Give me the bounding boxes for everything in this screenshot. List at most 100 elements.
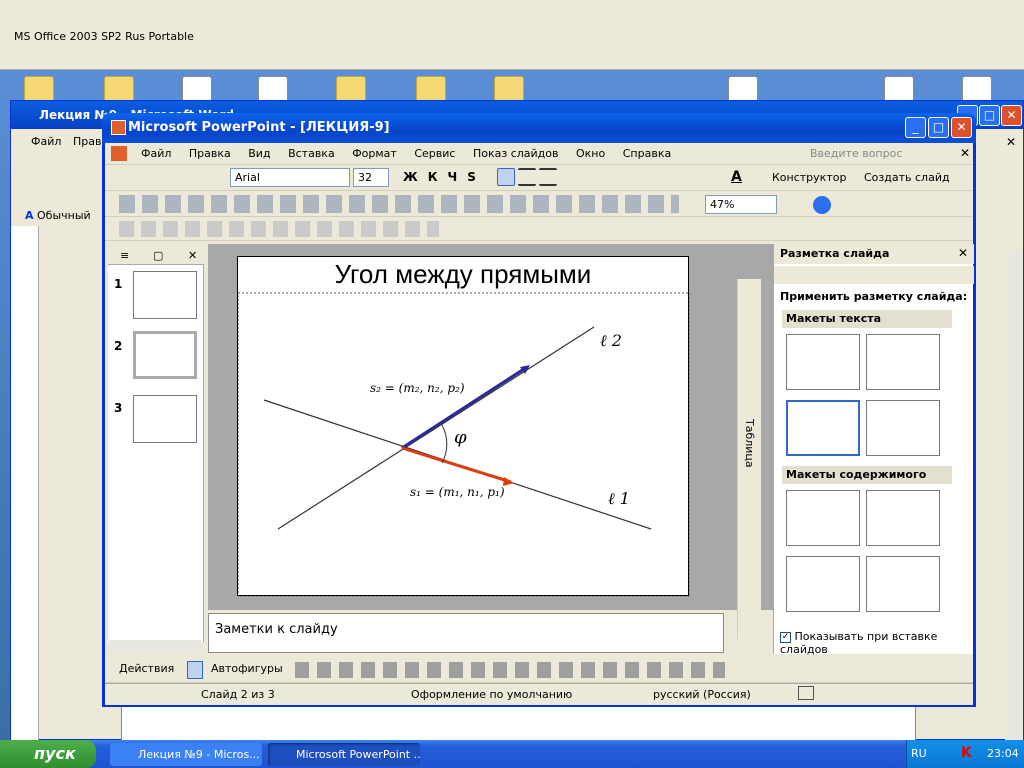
outline-tab-icon[interactable]: ≡ xyxy=(120,249,129,262)
font-size-select[interactable]: 32 xyxy=(353,168,389,187)
word-menu-file[interactable]: Файл xyxy=(31,135,61,148)
content-layouts-header: Макеты содержимого xyxy=(782,466,952,484)
slide-thumbnails-pane: ≡ ▢ ✕ 1 2 3 xyxy=(108,247,204,642)
thumbs-tabs: ≡ ▢ ✕ xyxy=(108,247,204,265)
align-left-icon[interactable] xyxy=(497,168,515,186)
word-scrollbar[interactable] xyxy=(1005,251,1023,741)
notes-placeholder: Заметки к слайду xyxy=(215,622,338,637)
status-design: Оформление по умолчанию xyxy=(411,688,573,701)
ppt-minimize-button[interactable]: _ xyxy=(905,117,926,138)
vector-s1 xyxy=(401,446,512,484)
task-powerpoint-label: Microsoft PowerPoint ... xyxy=(296,748,420,761)
desktop-document-icon[interactable] xyxy=(962,76,992,102)
language-indicator[interactable]: RU xyxy=(911,747,927,760)
apply-layout-label: Применить разметку слайда: xyxy=(780,290,968,303)
task-word[interactable]: Лекция №9 - Micros... xyxy=(110,743,262,766)
slide-thumbnail-3[interactable] xyxy=(133,395,197,443)
task-pane-nav xyxy=(774,266,974,284)
style-icon: A xyxy=(25,209,34,222)
tables-toolbar: Таблица xyxy=(737,279,761,639)
menu-slideshow[interactable]: Показ слайдов xyxy=(473,147,559,160)
top-info-bar: MS Office 2003 SP2 Rus Portable xyxy=(0,0,1024,70)
layout-blank[interactable] xyxy=(786,490,860,546)
desktop-app-icon[interactable] xyxy=(182,76,212,102)
start-button[interactable]: пуск xyxy=(0,740,96,768)
picture-toolbar-icons[interactable] xyxy=(119,221,439,237)
designer-button[interactable]: Конструктор xyxy=(772,171,846,184)
select-pointer-icon[interactable] xyxy=(187,661,203,679)
text-layouts-header: Макеты текста xyxy=(782,310,952,328)
menu-insert[interactable]: Вставка xyxy=(288,147,335,160)
close-pane-icon[interactable]: ✕ xyxy=(188,249,197,262)
layout-title-content[interactable] xyxy=(786,556,860,612)
zoom-select[interactable]: 47% xyxy=(705,195,777,214)
drawing-tools-icons[interactable] xyxy=(295,662,725,678)
angle-arc xyxy=(441,424,448,464)
desktop-app-icon[interactable] xyxy=(258,76,288,102)
text-style-buttons[interactable]: ЖКЧS xyxy=(403,170,486,184)
slide-edit-area: Угол между прямыми φ ℓ 2 ℓ 1 s₂ = (m₂, n… xyxy=(208,244,832,610)
new-slide-button[interactable]: Создать слайд xyxy=(864,171,950,184)
menu-edit[interactable]: Правка xyxy=(189,147,231,160)
desktop-document-icon[interactable] xyxy=(728,76,758,102)
align-buttons[interactable] xyxy=(497,168,585,188)
ppt-title: Microsoft PowerPoint - [ЛЕКЦИЯ-9] xyxy=(128,120,390,135)
word-maximize-button[interactable]: □ xyxy=(979,105,1000,126)
ppt-close-button[interactable]: ✕ xyxy=(951,117,972,138)
word-vertical-ruler xyxy=(11,226,39,741)
taskbar: пуск Лекция №9 - Micros... Microsoft Pow… xyxy=(0,740,1024,768)
desktop-folder-icon[interactable] xyxy=(416,76,446,102)
desktop-globe-folder-icon[interactable] xyxy=(336,76,366,102)
layout-content[interactable] xyxy=(866,490,940,546)
spelling-icon[interactable] xyxy=(798,686,814,700)
desktop-word-document-icon[interactable] xyxy=(884,76,914,102)
layout-title-only[interactable] xyxy=(866,334,940,390)
show-on-insert-option[interactable]: ✓ Показывать при вставке слайдов xyxy=(780,630,973,656)
powerpoint-app-icon xyxy=(111,120,126,135)
menu-window[interactable]: Окно xyxy=(576,147,605,160)
menu-tools[interactable]: Сервис xyxy=(414,147,455,160)
slide-canvas[interactable]: Угол между прямыми φ ℓ 2 ℓ 1 s₂ = (m₂, n… xyxy=(237,256,690,597)
menu-help[interactable]: Справка xyxy=(623,147,671,160)
slide-thumbnail-2[interactable] xyxy=(133,331,197,379)
notes-field[interactable]: Заметки к слайду xyxy=(208,613,724,653)
desktop-folder-icon[interactable] xyxy=(24,76,54,102)
view-buttons[interactable] xyxy=(109,640,201,654)
slide-thumbnail-1[interactable] xyxy=(133,271,197,319)
checkbox-checked-icon[interactable]: ✓ xyxy=(780,631,791,643)
task-powerpoint[interactable]: Microsoft PowerPoint ... xyxy=(268,743,420,766)
word-close-button[interactable]: ✕ xyxy=(1001,105,1022,126)
font-color-icon[interactable]: A xyxy=(731,169,742,185)
layout-title-and-text[interactable] xyxy=(786,400,860,456)
show-on-insert-label: Показывать при вставке слайдов xyxy=(780,630,938,656)
menu-format[interactable]: Формат xyxy=(352,147,397,160)
task-pane-title: Разметка слайда xyxy=(780,247,890,260)
help-search-input[interactable]: Введите вопрос xyxy=(810,147,902,160)
layout-two-columns[interactable] xyxy=(866,400,940,456)
ppt-doc-close-icon[interactable]: ✕ xyxy=(960,146,970,160)
menu-view[interactable]: Вид xyxy=(248,147,270,160)
word-close-doc-icon[interactable]: ✕ xyxy=(1006,135,1016,149)
font-name-select[interactable]: Arial xyxy=(230,168,350,187)
ppt-doc-icon xyxy=(111,146,127,161)
menu-file[interactable]: Файл xyxy=(141,147,171,160)
autoshapes-menu[interactable]: Автофигуры xyxy=(211,662,283,675)
task-pane-close-icon[interactable]: ✕ xyxy=(958,246,968,260)
table-tab-label[interactable]: Таблица xyxy=(743,419,756,468)
help-icon[interactable] xyxy=(813,196,831,214)
layout-two-content[interactable] xyxy=(866,556,940,612)
standard-toolbar-icons[interactable] xyxy=(119,195,679,213)
ppt-maximize-button[interactable]: □ xyxy=(928,117,949,138)
actions-menu[interactable]: Действия xyxy=(119,662,174,675)
thumb-number: 3 xyxy=(114,401,123,415)
slides-tab-icon[interactable]: ▢ xyxy=(153,249,163,262)
vector-s2-formula: s₂ = (m₂, n₂, p₂) xyxy=(370,381,465,395)
align-center-icon[interactable] xyxy=(518,168,536,186)
layout-title-slide[interactable] xyxy=(786,334,860,390)
antivirus-icon[interactable]: K xyxy=(961,745,972,761)
powerpoint-window: Microsoft PowerPoint - [ЛЕКЦИЯ-9] _ □ ✕ … xyxy=(102,113,976,707)
desktop-folder-icon[interactable] xyxy=(494,76,524,102)
word-style-box[interactable]: A Обычный xyxy=(25,209,91,222)
align-right-icon[interactable] xyxy=(539,168,557,186)
desktop-folder-icon[interactable] xyxy=(104,76,134,102)
